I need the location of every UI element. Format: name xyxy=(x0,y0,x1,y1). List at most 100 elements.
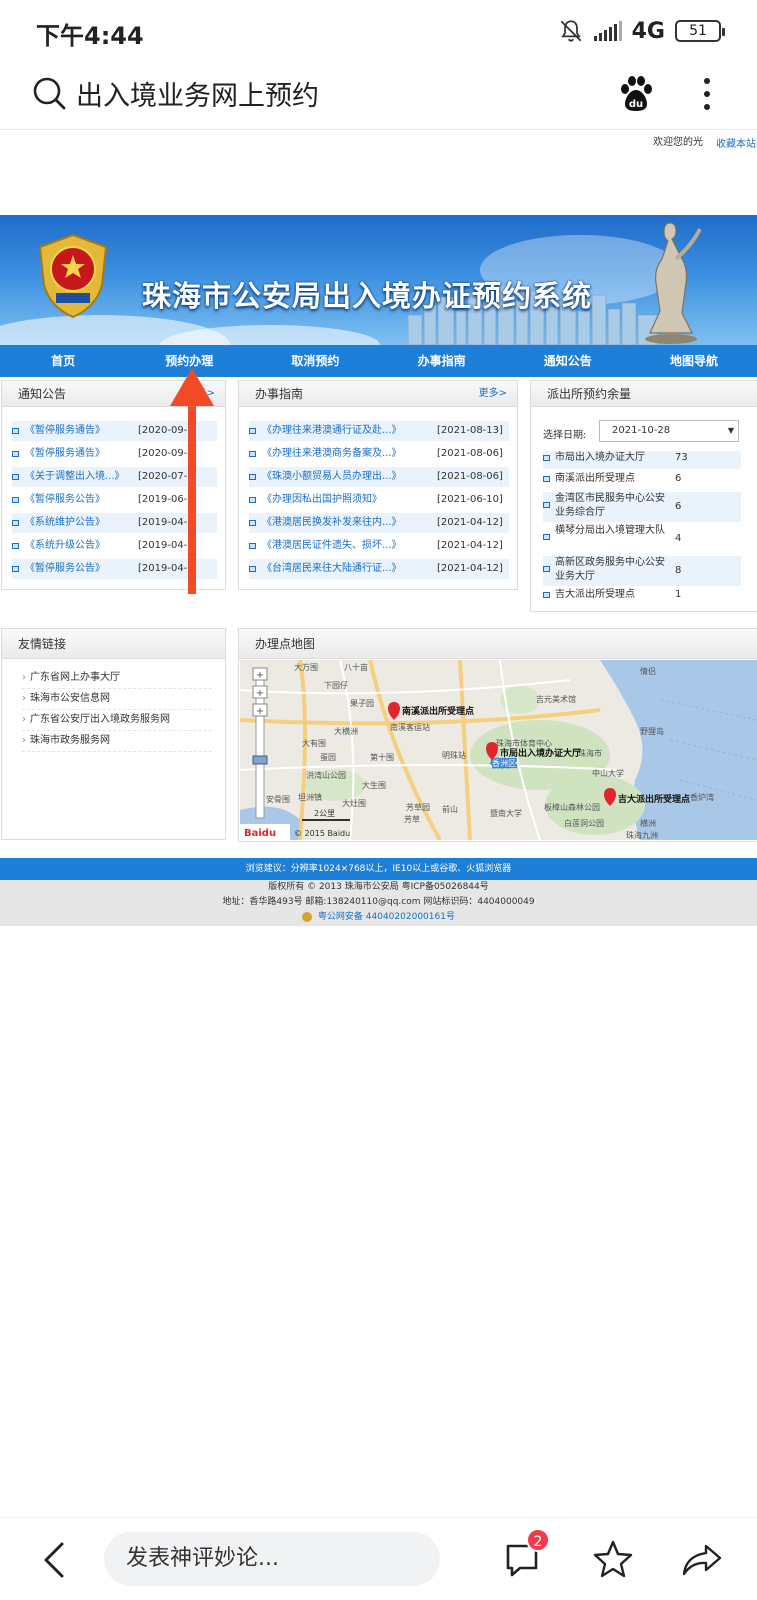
status-icons: 4G 51 xyxy=(558,16,725,46)
links-panel-title: 友情链接 xyxy=(18,637,67,651)
svg-text:大横洲: 大横洲 xyxy=(334,726,358,736)
guide-panel: 办事指南 更多> 《办理往来港澳通行证及赴...》 [2021-08-13] 《办… xyxy=(238,380,518,590)
search-icon[interactable] xyxy=(32,76,66,110)
quota-panel-title: 派出所预约余量 xyxy=(547,387,632,401)
svg-text:洪湾山公园: 洪湾山公园 xyxy=(306,770,346,780)
svg-text:珠海九洲: 珠海九洲 xyxy=(626,830,658,840)
date-label: 选择日期: xyxy=(543,430,587,441)
list-item[interactable]: 《办理往来港澳通行证及赴...》 [2021-08-13] xyxy=(249,421,509,441)
svg-text:野狸岛: 野狸岛 xyxy=(640,726,664,736)
battery-icon: 51 xyxy=(675,20,725,42)
svg-text:du: du xyxy=(629,99,643,110)
svg-text:大生围: 大生围 xyxy=(362,780,386,790)
list-item[interactable]: 《珠澳小额贸易人员办理出...》 [2021-08-06] xyxy=(249,467,509,487)
svg-text:+: + xyxy=(256,706,264,717)
site-footer: 版权所有 © 2013 珠海市公安局 粤ICP备05026844号 地址：香华路… xyxy=(0,880,757,926)
red-arrow-annotation xyxy=(170,368,214,594)
guide-panel-header: 办事指南 更多> xyxy=(239,381,517,407)
svg-text:板樟山森林公园: 板樟山森林公园 xyxy=(544,802,600,812)
svg-text:芳草园: 芳草园 xyxy=(406,802,430,812)
office-map[interactable]: + + + 大万围 八十亩 下园仔 果子园 大横洲 大有围 蛋园 第十围 洪湾山… xyxy=(240,660,757,840)
footer-police-record[interactable]: 粤公网安备 44040202000161号 xyxy=(0,910,757,925)
list-item[interactable]: 金湾区市民服务中心公安业务综合厅 6 xyxy=(543,492,741,522)
banner-title: 珠海市公安局出入境办证预约系统 xyxy=(142,279,593,313)
nav-cancel-appointment[interactable]: 取消预约 xyxy=(252,345,378,377)
list-item[interactable]: 《办理往来港澳商务备案及...》 [2021-08-06] xyxy=(249,444,509,464)
network-type: 4G xyxy=(631,18,665,44)
svg-text:情侣: 情侣 xyxy=(640,666,656,676)
svg-text:蛋园: 蛋园 xyxy=(320,753,336,762)
svg-text:南溪客运站: 南溪客运站 xyxy=(390,722,430,732)
comment-count-badge: 2 xyxy=(526,1528,550,1552)
status-bar: 下午4:44 4G 51 xyxy=(0,0,757,60)
svg-text:南溪派出所受理点: 南溪派出所受理点 xyxy=(402,705,474,717)
search-bar: 出入境业务网上预约 du xyxy=(0,60,757,130)
svg-text:暨南大学: 暨南大学 xyxy=(490,808,522,818)
link-guangdong-portal[interactable]: 广东省网上办事大厅 xyxy=(22,668,212,689)
link-guangdong-exit-entry[interactable]: 广东省公安厅出入境政务服务网 xyxy=(22,710,212,731)
chevron-down-icon: ▼ xyxy=(727,426,734,435)
svg-text:安骨围: 安骨围 xyxy=(266,794,290,804)
more-menu-icon[interactable] xyxy=(702,76,712,112)
map-panel-header: 办理点地图 xyxy=(239,629,757,659)
list-item[interactable]: 《港澳居民换发补发来往内...》 [2021-04-12] xyxy=(249,513,509,533)
favorite-link[interactable]: 收藏本站 xyxy=(716,135,756,150)
quota-panel-header: 派出所预约余量 xyxy=(531,381,757,407)
list-item[interactable]: 市局出入境办证大厅 73 xyxy=(543,451,741,469)
date-select[interactable]: 2021-10-28 ▼ xyxy=(599,420,739,442)
comment-input[interactable]: 发表神评妙论... xyxy=(104,1532,440,1586)
svg-text:大灶围: 大灶围 xyxy=(342,798,366,808)
search-query[interactable]: 出入境业务网上预约 xyxy=(76,74,319,113)
svg-text:白莲洞公园: 白莲洞公园 xyxy=(564,818,604,828)
baidu-logo: Baidu xyxy=(244,828,276,839)
map-panel-title: 办理点地图 xyxy=(255,637,316,651)
svg-text:第十围: 第十围 xyxy=(370,752,394,762)
svg-text:下园仔: 下园仔 xyxy=(324,680,348,690)
svg-text:坦洲镇: 坦洲镇 xyxy=(298,792,322,802)
svg-text:2公里: 2公里 xyxy=(314,809,335,818)
list-item[interactable]: 《港澳居民证件遗失、损坏...》 [2021-04-12] xyxy=(249,536,509,556)
map-canvas: + + + 大万围 八十亩 下园仔 果子园 大横洲 大有围 蛋园 第十围 洪湾山… xyxy=(240,660,757,840)
svg-text:香洲区: 香洲区 xyxy=(492,758,516,768)
statue-icon xyxy=(645,222,702,344)
mute-bell-icon xyxy=(560,20,581,42)
back-arrow-icon[interactable] xyxy=(40,1540,70,1580)
nav-notices[interactable]: 通知公告 xyxy=(505,345,631,377)
guide-more-link[interactable]: 更多> xyxy=(479,381,507,407)
svg-text:八十亩: 八十亩 xyxy=(344,662,368,672)
quota-panel: 派出所预约余量 选择日期: 2021-10-28 ▼ 市局出入境办证大厅 73 南… xyxy=(530,380,757,612)
share-icon[interactable] xyxy=(680,1540,722,1580)
top-links: 欢迎您的光 收藏本站 xyxy=(0,131,757,155)
main-nav: 首页 预约办理 取消预约 办事指南 通知公告 地图导航 xyxy=(0,345,757,377)
list-item[interactable]: 《台湾居民来往大陆通行证...》 [2021-04-12] xyxy=(249,559,509,579)
svg-text:吉元美术馆: 吉元美术馆 xyxy=(536,694,576,704)
svg-text:中山大学: 中山大学 xyxy=(592,768,624,778)
links-panel-header: 友情链接 xyxy=(2,629,225,659)
list-item[interactable]: 吉大派出所受理点 1 xyxy=(543,588,741,606)
guide-panel-title: 办事指南 xyxy=(255,387,304,401)
favorite-star-icon[interactable] xyxy=(592,1538,634,1580)
svg-text:横洲: 横洲 xyxy=(640,818,656,828)
police-badge-icon xyxy=(302,911,313,922)
list-item[interactable]: 横琴分局出入境管理大队 4 xyxy=(543,524,741,554)
notice-panel-title: 通知公告 xyxy=(18,387,67,401)
svg-text:果子园: 果子园 xyxy=(350,699,374,708)
screen: 下午4:44 4G 51 出入境业务网上预约 du 欢迎您的光 收藏本站 珠海市… xyxy=(0,0,757,1600)
footer-copyright: 版权所有 © 2013 珠海市公安局 粤ICP备05026844号 xyxy=(268,882,489,892)
svg-text:香炉湾: 香炉湾 xyxy=(690,792,714,802)
svg-text:前山: 前山 xyxy=(442,804,458,814)
list-item[interactable]: 《办理因私出国护照须知》 [2021-06-10] xyxy=(249,490,509,510)
nav-guide[interactable]: 办事指南 xyxy=(379,345,505,377)
svg-text:吉大派出所受理点: 吉大派出所受理点 xyxy=(618,793,690,805)
baidu-paw-icon[interactable]: du xyxy=(616,74,656,114)
footer-address: 地址：香华路493号 邮箱:138240110@qq.com 网站标识码：440… xyxy=(222,897,535,907)
list-item[interactable]: 高新区政务服务中心公安业务大厅 8 xyxy=(543,556,741,586)
nav-map[interactable]: 地图导航 xyxy=(631,345,757,377)
nav-home[interactable]: 首页 xyxy=(0,345,126,377)
link-zhuhai-police[interactable]: 珠海市公安信息网 xyxy=(22,689,212,710)
bottom-toolbar: 发表神评妙论... 2 xyxy=(0,1517,757,1600)
link-zhuhai-gov[interactable]: 珠海市政务服务网 xyxy=(22,731,212,752)
site-banner: 珠海市公安局出入境办证预约系统 xyxy=(0,215,757,345)
svg-text:市局出入境办证大厅: 市局出入境办证大厅 xyxy=(500,747,581,759)
list-item[interactable]: 南溪派出所受理点 6 xyxy=(543,472,741,490)
